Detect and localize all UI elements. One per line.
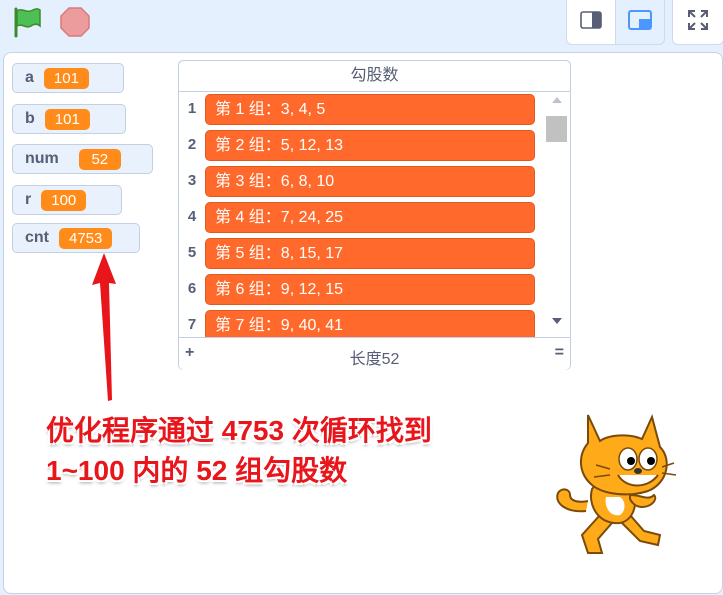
monitor-num[interactable]: num 52 — [12, 144, 153, 174]
small-stage-button[interactable] — [566, 0, 616, 45]
monitor-name: r — [25, 191, 32, 208]
list-item-index: 4 — [187, 208, 197, 225]
monitor-name: num — [25, 150, 59, 167]
list-item-index: 5 — [187, 244, 197, 261]
list-item-index: 2 — [187, 136, 197, 153]
stop-sign-icon[interactable] — [58, 5, 92, 39]
fullscreen-button[interactable] — [672, 0, 723, 45]
monitor-cnt[interactable]: cnt 4753 — [12, 223, 140, 253]
monitor-b[interactable]: b 101 — [12, 104, 126, 134]
list-item-index: 3 — [187, 172, 197, 189]
list-item[interactable]: 7 第 7 组：9, 40, 41 — [179, 309, 549, 337]
caption-line-2: 1~100 内的 52 组勾股数 — [46, 455, 348, 486]
fullscreen-icon — [687, 9, 709, 36]
list-item[interactable]: 3 第 3 组：6, 8, 10 — [179, 165, 549, 199]
list-item-value[interactable]: 第 2 组：5, 12, 13 — [205, 130, 535, 161]
caption-line-1: 优化程序通过 4753 次循环找到 — [46, 415, 432, 446]
normal-stage-button[interactable] — [616, 0, 665, 45]
green-flag-icon[interactable] — [10, 5, 44, 39]
list-item-value[interactable]: 第 6 组：9, 12, 15 — [205, 274, 535, 305]
monitor-name: b — [25, 110, 35, 127]
list-item[interactable]: 5 第 5 组：8, 15, 17 — [179, 237, 549, 271]
scroll-down-arrow-icon[interactable] — [552, 318, 562, 324]
list-item-index: 6 — [187, 280, 197, 297]
monitor-value: 101 — [43, 67, 89, 89]
list-body[interactable]: 1 第 1 组：3, 4, 5 2 第 2 组：5, 12, 13 3 第 3 … — [179, 92, 570, 337]
list-monitor[interactable]: 勾股数 1 第 1 组：3, 4, 5 2 第 2 组：5, 12, 13 3 … — [178, 60, 571, 370]
monitor-value: 101 — [44, 108, 90, 130]
list-item-index: 7 — [187, 316, 197, 333]
list-footer: + 长度52 = — [179, 337, 570, 370]
normal-stage-icon — [628, 9, 652, 35]
monitor-name: a — [25, 69, 34, 86]
scroll-up-arrow-icon[interactable] — [552, 97, 562, 103]
monitor-value: 100 — [41, 189, 87, 211]
monitor-r[interactable]: r 100 — [12, 185, 122, 215]
monitor-a[interactable]: a 101 — [12, 63, 124, 93]
monitor-value: 4753 — [59, 227, 113, 249]
list-item-value[interactable]: 第 7 组：9, 40, 41 — [205, 310, 535, 337]
scrollbar-thumb[interactable] — [546, 116, 567, 142]
monitor-value: 52 — [78, 148, 121, 170]
list-scrollbar[interactable] — [545, 92, 568, 337]
list-item-value[interactable]: 第 4 组：7, 24, 25 — [205, 202, 535, 233]
stage-size-toggle — [566, 0, 665, 46]
small-stage-icon — [580, 10, 602, 34]
list-item-value[interactable]: 第 5 组：8, 15, 17 — [205, 238, 535, 269]
list-item[interactable]: 1 第 1 组：3, 4, 5 — [179, 93, 549, 127]
stage[interactable]: a 101 b 101 num 52 r 100 cnt 4753 勾股数 1 … — [3, 52, 723, 594]
list-item-value[interactable]: 第 1 组：3, 4, 5 — [205, 94, 535, 125]
list-length: 长度52 — [349, 351, 400, 368]
list-item[interactable]: 2 第 2 组：5, 12, 13 — [179, 129, 549, 163]
annotation-caption: 优化程序通过 4753 次循环找到 1~100 内的 52 组勾股数 — [46, 411, 432, 491]
annotation-arrow — [88, 251, 120, 411]
list-title: 勾股数 — [179, 61, 570, 92]
list-item[interactable]: 4 第 4 组：7, 24, 25 — [179, 201, 549, 235]
list-item-index: 1 — [187, 100, 197, 117]
resize-handle[interactable]: = — [555, 344, 564, 362]
scratch-cat-sprite[interactable] — [548, 403, 678, 568]
monitor-name: cnt — [25, 229, 49, 246]
list-item[interactable]: 6 第 6 组：9, 12, 15 — [179, 273, 549, 307]
list-item-value[interactable]: 第 3 组：6, 8, 10 — [205, 166, 535, 197]
top-bar — [0, 0, 723, 46]
